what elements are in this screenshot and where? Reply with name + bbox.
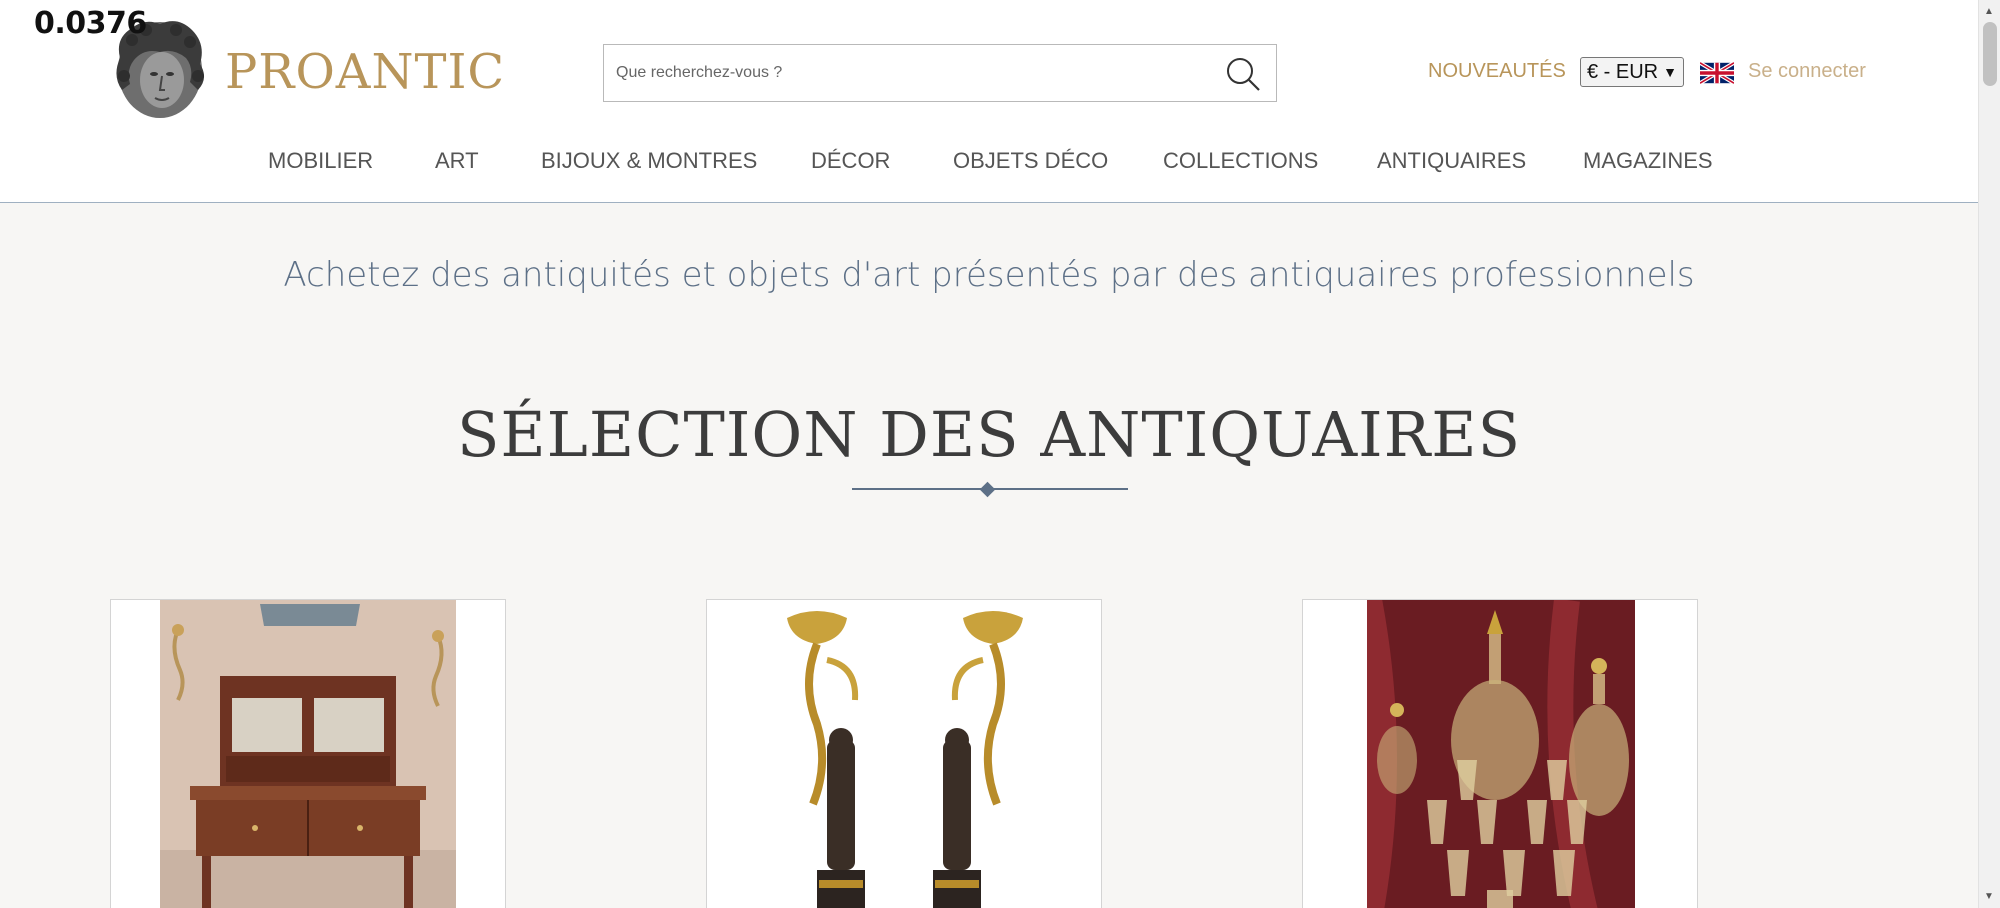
site-header: PROANTIC NOUVEAUTÉS € - EUR ▼ Se connect… <box>0 0 1978 203</box>
product-card-desk[interactable] <box>110 599 506 908</box>
nav-item-mobilier[interactable]: MOBILIER <box>268 148 373 174</box>
nav-item-bijoux-montres[interactable]: BIJOUX & MONTRES <box>541 148 757 174</box>
desk-image <box>160 600 456 908</box>
decanters-image <box>1367 600 1635 908</box>
currency-value: € - EUR <box>1587 60 1659 83</box>
main-nav: MOBILIER ART BIJOUX & MONTRES DÉCOR OBJE… <box>0 148 1978 178</box>
page-scrollbar[interactable]: ▲ ▼ <box>1978 0 2000 908</box>
nav-item-antiquaires[interactable]: ANTIQUAIRES <box>1377 148 1526 174</box>
scroll-up-icon[interactable]: ▲ <box>1984 6 1994 17</box>
nav-item-decor[interactable]: DÉCOR <box>811 148 890 174</box>
search-input[interactable] <box>616 45 1206 101</box>
nav-item-magazines[interactable]: MAGAZINES <box>1583 148 1713 174</box>
scrollbar-thumb[interactable] <box>1983 22 1997 86</box>
logo-text[interactable]: PROANTIC <box>225 44 505 100</box>
overlay-value: 0.0376 <box>34 6 147 41</box>
search-icon[interactable] <box>1224 55 1262 93</box>
nav-item-objets-deco[interactable]: OBJETS DÉCO <box>953 148 1108 174</box>
nav-item-art[interactable]: ART <box>435 148 479 174</box>
nouveautes-link[interactable]: NOUVEAUTÉS <box>1428 60 1566 83</box>
product-card-decanters[interactable] <box>1302 599 1698 908</box>
section-title: SÉLECTION DES ANTIQUAIRES <box>456 398 1522 471</box>
currency-select[interactable]: € - EUR ▼ <box>1580 57 1684 87</box>
tagline: Achetez des antiquités et objets d'art p… <box>283 255 1695 295</box>
nav-item-collections[interactable]: COLLECTIONS <box>1163 148 1318 174</box>
product-card-candelabras[interactable] <box>706 599 1102 908</box>
scroll-down-icon[interactable]: ▼ <box>1984 891 1994 902</box>
chevron-down-icon: ▼ <box>1663 64 1677 80</box>
uk-flag-icon[interactable] <box>1700 60 1734 86</box>
search-box <box>603 44 1277 102</box>
login-link[interactable]: Se connecter <box>1748 60 1866 83</box>
candelabras-image <box>707 600 1101 908</box>
divider-ornament <box>979 481 996 498</box>
